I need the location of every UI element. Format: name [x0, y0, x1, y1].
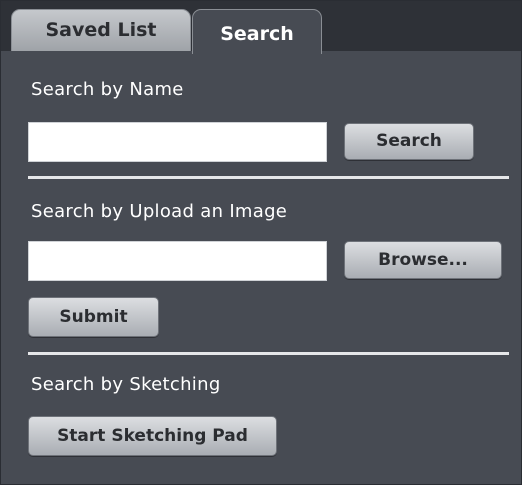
start-sketching-pad-button[interactable]: Start Sketching Pad: [28, 416, 277, 456]
image-file-input[interactable]: [28, 241, 327, 281]
search-by-sketching-label: Search by Sketching: [31, 374, 221, 395]
tab-bar: Saved List Search: [1, 1, 521, 54]
section-divider: [28, 176, 509, 179]
name-search-input[interactable]: [28, 122, 327, 162]
search-by-upload-label: Search by Upload an Image: [31, 201, 288, 222]
search-button[interactable]: Search: [344, 123, 474, 160]
tab-search[interactable]: Search: [192, 9, 322, 54]
search-panel: Saved List Search Search by Name Search …: [0, 0, 522, 485]
search-by-name-label: Search by Name: [31, 79, 184, 100]
submit-button[interactable]: Submit: [28, 297, 159, 337]
section-divider: [28, 352, 509, 355]
browse-button[interactable]: Browse...: [344, 241, 502, 279]
tab-saved-list[interactable]: Saved List: [11, 9, 191, 51]
